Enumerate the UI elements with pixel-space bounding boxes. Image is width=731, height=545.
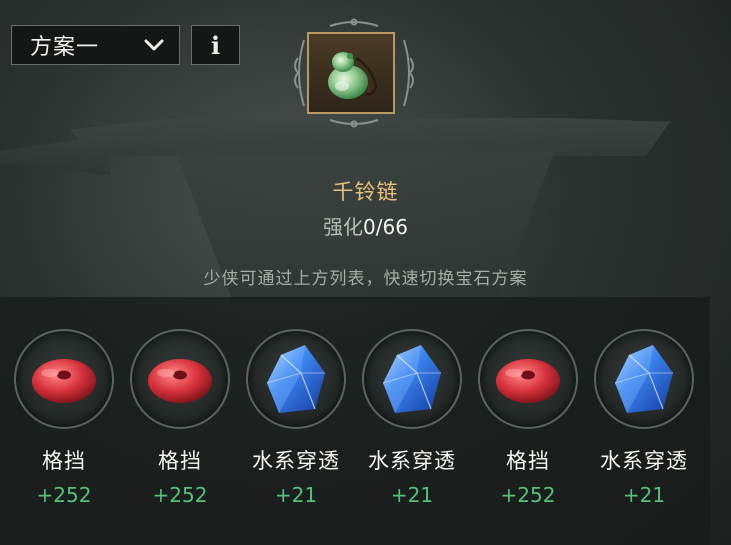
- enhance-label: 强化: [323, 215, 364, 239]
- gem-name: 格挡: [506, 449, 550, 473]
- gem-slot-1: 格挡 +252: [6, 329, 122, 507]
- red-gem-icon: [148, 359, 212, 403]
- item-name: 千铃链: [332, 180, 399, 204]
- gem-socket[interactable]: [478, 329, 578, 429]
- plan-select-dropdown[interactable]: 方案一: [11, 25, 180, 65]
- blue-gem-icon: [382, 345, 441, 413]
- gem-name: 格挡: [158, 449, 202, 473]
- blue-gem-icon: [614, 345, 673, 413]
- plan-select-label: 方案一: [30, 35, 100, 60]
- gem-value: +21: [274, 483, 318, 507]
- jade-pendant-icon: [328, 52, 378, 99]
- red-gem-icon: [32, 359, 96, 403]
- gem-slot-2: 格挡 +252: [122, 329, 238, 507]
- gem-value: +252: [36, 483, 92, 507]
- item-frame: [290, 18, 418, 128]
- gem-slot-3: 水系穿透 +21: [238, 329, 354, 507]
- gem-slot-4: 水系穿透 +21: [354, 329, 470, 507]
- gem-socket[interactable]: [130, 329, 230, 429]
- red-gem-icon: [496, 359, 560, 403]
- gem-socket[interactable]: [14, 329, 114, 429]
- gem-name: 水系穿透: [252, 449, 340, 473]
- gem-socket[interactable]: [246, 329, 346, 429]
- blue-gem-icon: [266, 345, 325, 413]
- hint-text: 少侠可通过上方列表，快速切换宝石方案: [203, 269, 528, 289]
- gem-socket[interactable]: [362, 329, 462, 429]
- info-button[interactable]: i: [191, 25, 240, 65]
- enhance-level: 强化0/66: [0, 211, 731, 240]
- gem-socket[interactable]: [594, 329, 694, 429]
- gem-slot-5: 格挡 +252: [470, 329, 586, 507]
- gem-value: +252: [500, 483, 556, 507]
- info-icon: i: [210, 30, 221, 60]
- gem-value: +252: [152, 483, 208, 507]
- item-slot[interactable]: [307, 32, 395, 114]
- gem-name: 格挡: [42, 449, 86, 473]
- enhance-value: 0/66: [363, 215, 408, 239]
- gem-value: +21: [390, 483, 434, 507]
- gem-slot-6: 水系穿透 +21: [586, 329, 702, 507]
- chevron-down-icon: [144, 39, 164, 51]
- gem-name: 水系穿透: [600, 449, 688, 473]
- gem-name: 水系穿透: [368, 449, 456, 473]
- gem-value: +21: [622, 483, 666, 507]
